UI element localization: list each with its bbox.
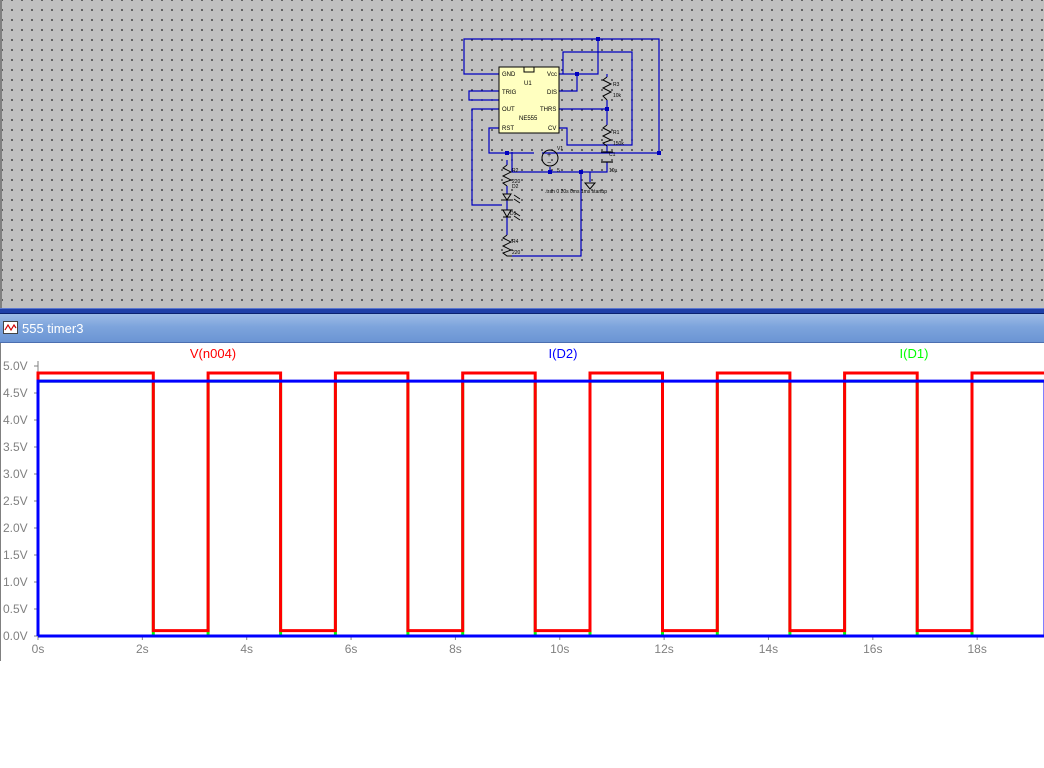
- r1-label: R1: [613, 130, 620, 136]
- ic-pin-cv: CV: [548, 126, 556, 132]
- c1-label: C1: [609, 152, 616, 158]
- x-tick-label: 18s: [967, 642, 986, 656]
- ic-pin-thrs: THRS: [540, 107, 556, 113]
- x-tick-label: 2s: [136, 642, 149, 656]
- x-tick-label: 14s: [759, 642, 778, 656]
- d1-label: D1: [510, 211, 517, 217]
- y-tick-label: 2.0V: [3, 521, 28, 535]
- wire[interactable]: [559, 74, 578, 92]
- r3-label: R3: [613, 82, 620, 88]
- r4-value: 220: [512, 250, 521, 256]
- led-d1[interactable]: D1: [502, 209, 521, 221]
- x-tick-label: 10s: [550, 642, 569, 656]
- resistor-r3[interactable]: R3 10k: [601, 76, 622, 101]
- trace-label-i-d2[interactable]: I(D2): [549, 346, 578, 361]
- resistor-r1[interactable]: R1 150k: [601, 124, 624, 147]
- svg-text:−: −: [547, 160, 551, 167]
- ic-pin-trig: TRIG: [502, 90, 517, 96]
- x-tick-label: 0s: [32, 642, 45, 656]
- ne555-chip[interactable]: GND TRIG OUT RST Vcc DIS THRS CV U1 NE55…: [498, 66, 560, 134]
- waveform-window-title: 555 timer3: [22, 321, 84, 336]
- r2-label: R2: [512, 168, 519, 174]
- trace-label-v-n004[interactable]: V(n004): [190, 346, 236, 361]
- c1-value: 10µ: [609, 168, 618, 174]
- spice-directive[interactable]: .tran 0 20s 0ms 1ms startup: [545, 189, 607, 195]
- r4-label: R4: [512, 239, 519, 245]
- v1-label: V1: [557, 146, 563, 152]
- x-tick-label: 4s: [240, 642, 253, 656]
- ic-pin-rst: RST: [502, 126, 514, 132]
- wire-junction: [596, 37, 600, 41]
- x-tick-label: 12s: [654, 642, 673, 656]
- wire-junction: [657, 151, 661, 155]
- x-tick-label: 8s: [449, 642, 462, 656]
- capacitor-c1[interactable]: C1 10µ: [601, 151, 618, 174]
- x-tick-label: 16s: [863, 642, 882, 656]
- y-tick-label: 5.0V: [3, 359, 28, 373]
- waveform-plot[interactable]: 0.0V 0.5V 1.0V 1.5V 2.0V 2.5V 3.0V 3.5V 4.0V 4.5V…: [1, 343, 1044, 661]
- ic-part-label: NE555: [519, 116, 538, 122]
- wire-junction: [579, 170, 583, 174]
- svg-text:+: +: [547, 152, 551, 159]
- led-d2[interactable]: D2: [502, 184, 521, 204]
- ic-pin-gnd: GND: [502, 72, 516, 78]
- wire-junction: [548, 170, 552, 174]
- voltage-source-v1[interactable]: + − V1 5: [541, 146, 563, 174]
- d2-label: D2: [512, 184, 519, 190]
- r3-value: 10k: [613, 93, 622, 99]
- v1-value: 5: [557, 168, 560, 174]
- ic-pin-vcc: Vcc: [547, 72, 557, 78]
- wire[interactable]: [463, 38, 660, 154]
- resistor-r4[interactable]: R4 220: [501, 234, 521, 257]
- ic-pin-dis: DIS: [547, 90, 557, 96]
- ic-pin-out: OUT: [502, 107, 515, 113]
- y-tick-label: 1.5V: [3, 548, 28, 562]
- wire-junction: [575, 72, 579, 76]
- wire-junction: [505, 151, 509, 155]
- wire[interactable]: [512, 172, 582, 257]
- y-tick-label: 2.5V: [3, 494, 28, 508]
- y-tick-label: 4.5V: [3, 386, 28, 400]
- r1-value: 150k: [613, 141, 624, 147]
- wire[interactable]: [559, 100, 608, 110]
- y-tick-label: 3.5V: [3, 440, 28, 454]
- ic-ref-label: U1: [524, 81, 532, 87]
- y-tick-label: 3.0V: [3, 467, 28, 481]
- schematic-canvas[interactable]: GND TRIG OUT RST Vcc DIS THRS CV U1 NE55…: [2, 0, 1044, 310]
- trace-label-i-d1[interactable]: I(D1): [900, 346, 929, 361]
- trace-i-d2[interactable]: [36, 379, 1044, 638]
- resistor-r2[interactable]: R2 220: [501, 164, 521, 187]
- trace-v-n004[interactable]: [36, 371, 1044, 636]
- wire[interactable]: [559, 39, 599, 75]
- y-tick-label: 0.0V: [3, 629, 28, 643]
- wire[interactable]: [471, 108, 502, 206]
- y-tick-label: 0.5V: [3, 602, 28, 616]
- waveform-window-titlebar[interactable]: 555 timer3: [0, 314, 1044, 343]
- y-tick-label: 4.0V: [3, 413, 28, 427]
- y-tick-label: 1.0V: [3, 575, 28, 589]
- waveform-viewer[interactable]: 0.0V 0.5V 1.0V 1.5V 2.0V 2.5V 3.0V 3.5V 4.0V 4.5V…: [0, 343, 1044, 661]
- x-tick-label: 6s: [345, 642, 358, 656]
- waveform-icon: [3, 321, 18, 334]
- trace-i-d1[interactable]: [36, 379, 1044, 638]
- wire-junction: [605, 107, 609, 111]
- schematic-editor[interactable]: GND TRIG OUT RST Vcc DIS THRS CV U1 NE55…: [0, 0, 1044, 310]
- wire[interactable]: [468, 90, 499, 101]
